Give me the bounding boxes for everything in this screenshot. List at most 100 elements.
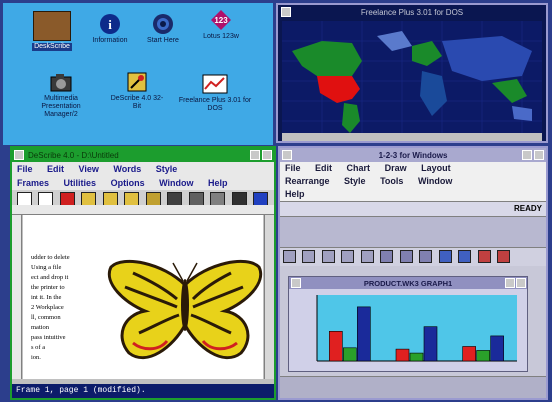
menu-chart[interactable]: Chart: [347, 163, 371, 173]
desktop-icon-multimedia[interactable]: Multimedia Presentation Manager/2: [25, 71, 97, 119]
lotus-smarticons: [280, 248, 546, 266]
menu-style[interactable]: Style: [156, 164, 178, 174]
chart-bar: [490, 335, 504, 362]
minimize-button[interactable]: [250, 150, 260, 160]
minimize-button[interactable]: [522, 150, 532, 160]
system-menu-button[interactable]: [282, 150, 292, 160]
svg-text:123: 123: [214, 16, 228, 25]
chart-bar: [476, 350, 490, 362]
chart-icon: [202, 73, 228, 95]
desktop-icon-lotus[interactable]: 123 Lotus 123w: [191, 9, 251, 41]
chart-bar: [357, 306, 371, 362]
fill-tool-button[interactable]: [458, 250, 472, 263]
desktop-icon-label: Lotus 123w: [203, 33, 239, 40]
doc-line: s of a: [31, 344, 46, 351]
menu-words[interactable]: Words: [113, 164, 141, 174]
chart-bar: [343, 347, 357, 362]
bar-chart: [316, 295, 517, 362]
menu-options[interactable]: Options: [111, 178, 145, 188]
maximize-button[interactable]: [534, 150, 544, 160]
chart-window-title: PRODUCT.WK3 GRAPH1: [363, 278, 453, 288]
status-text: Frame 1, page 1 (modified).: [16, 386, 146, 395]
desktop-icon-label: Freelance Plus 3.01 for DOS: [178, 97, 252, 112]
globe-tool-button[interactable]: [496, 250, 510, 263]
delete-tool-button[interactable]: [477, 250, 491, 263]
menu-view[interactable]: View: [79, 164, 99, 174]
text-tool-button[interactable]: [419, 250, 433, 263]
vertical-ruler: [12, 215, 22, 379]
rect-tool-button[interactable]: [360, 250, 374, 263]
system-menu-button[interactable]: [14, 150, 24, 160]
lotus-status-line: READY: [280, 201, 546, 216]
describe-menubar: File Edit View Words Style Frames Utilit…: [12, 162, 274, 190]
menu-tools[interactable]: Tools: [380, 176, 403, 186]
chart-bar: [462, 346, 476, 362]
lotus-window-titlebar: 1-2-3 for Windows: [280, 148, 546, 162]
desktop-icon-label: Start Here: [147, 37, 179, 44]
map-window: Freelance Plus 3.01 for DOS: [276, 3, 548, 143]
system-menu-button[interactable]: [281, 7, 291, 17]
menu-draw[interactable]: Draw: [385, 163, 407, 173]
menu-help[interactable]: Help: [285, 189, 305, 199]
doc-line: ll, common: [31, 314, 61, 321]
doc-line: int it. In the: [31, 294, 62, 301]
menu-edit[interactable]: Edit: [47, 164, 64, 174]
ellipse-tool-button[interactable]: [321, 250, 335, 263]
polygon-tool-button[interactable]: [399, 250, 413, 263]
menu-file[interactable]: File: [285, 163, 301, 173]
chart-tool-button[interactable]: [380, 250, 394, 263]
butterfly-image: [107, 259, 263, 360]
maximize-button[interactable]: [262, 150, 272, 160]
start-here-icon: [150, 13, 176, 35]
horizontal-scrollbar[interactable]: [282, 133, 542, 141]
describe-window-titlebar: DeScribe 4.0 - D:\Untitled: [12, 148, 274, 162]
doc-line: pass intuitive: [31, 334, 66, 341]
chart-bar: [409, 352, 424, 362]
menu-help[interactable]: Help: [208, 178, 228, 188]
desktop-icon-label: Multimedia Presentation Manager/2: [41, 95, 81, 118]
doc-line: udder to delete: [31, 254, 70, 261]
menu-frames[interactable]: Frames: [17, 178, 49, 188]
menu-layout[interactable]: Layout: [421, 163, 451, 173]
menu-rearrange[interactable]: Rearrange: [285, 176, 330, 186]
menu-utilities[interactable]: Utilities: [64, 178, 97, 188]
document-text: udder to delete Using a file ect and dro…: [31, 253, 97, 363]
svg-text:i: i: [108, 17, 112, 32]
doc-line: ect and drop it: [31, 274, 69, 281]
chart-bar: [329, 330, 343, 362]
doc-line: the printer to: [31, 284, 65, 291]
arrow-tool-button[interactable]: [302, 250, 316, 263]
menu-window[interactable]: Window: [159, 178, 193, 188]
doc-line: Using a file: [31, 264, 62, 271]
desktop-icon-deskscribe[interactable]: DeskScribe: [21, 11, 83, 51]
desktop-icon-start-here[interactable]: Start Here: [138, 13, 188, 45]
freehand-tool-button[interactable]: [341, 250, 355, 263]
system-menu-button[interactable]: [291, 278, 301, 288]
desktop-icon-label: DeskScribe: [32, 43, 72, 51]
desktop-area: DeskScribe i Information Start Here 123 …: [3, 3, 273, 145]
minimize-button[interactable]: [505, 278, 515, 288]
describe-window: DeScribe 4.0 - D:\Untitled File Edit Vie…: [10, 146, 276, 400]
menu-window[interactable]: Window: [418, 176, 452, 186]
menu-style[interactable]: Style: [344, 176, 366, 186]
color-tool-button[interactable]: [438, 250, 452, 263]
desktop-icon-describe[interactable]: DeScribe 4.0 32-Bit: [107, 71, 167, 111]
desktop-icon-label: DeScribe 4.0 32-Bit: [110, 95, 164, 110]
chart-bar: [423, 326, 438, 362]
edit-line[interactable]: [280, 216, 546, 248]
window-title: 1-2-3 for Windows: [378, 150, 448, 160]
menu-file[interactable]: File: [17, 164, 33, 174]
desktop-icon-information[interactable]: i Information: [85, 13, 135, 45]
status-bar: Frame 1, page 1 (modified).: [12, 384, 274, 398]
lotus-menubar: File Edit Chart Draw Layout Rearrange St…: [280, 162, 546, 201]
camera-icon: [48, 71, 74, 93]
chart-window-titlebar: PRODUCT.WK3 GRAPH1: [289, 277, 527, 289]
line-tool-button[interactable]: [283, 250, 296, 263]
vertical-scrollbar[interactable]: [264, 215, 274, 379]
desktop-icon-freelance[interactable]: Freelance Plus 3.01 for DOS: [171, 73, 259, 113]
lotus-bottom-bar: [280, 376, 546, 398]
document-page[interactable]: udder to delete Using a file ect and dro…: [23, 215, 263, 379]
maximize-button[interactable]: [516, 278, 526, 288]
ready-indicator: READY: [513, 204, 542, 213]
menu-edit[interactable]: Edit: [315, 163, 332, 173]
